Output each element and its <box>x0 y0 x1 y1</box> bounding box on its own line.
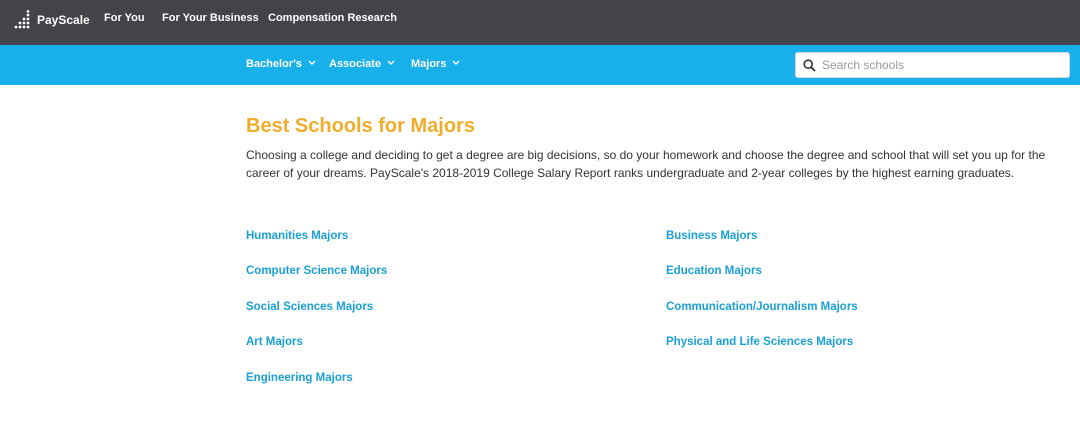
top-nav-for-your-business[interactable]: For Your Business <box>162 12 259 24</box>
payscale-dots-logo-icon <box>14 10 30 29</box>
chevron-down-icon <box>452 60 460 65</box>
chevron-down-icon <box>308 60 316 65</box>
majors-links-left: Humanities Majors Computer Science Major… <box>246 230 387 407</box>
major-link-physical-life-sciences[interactable]: Physical and Life Sciences Majors <box>666 336 858 371</box>
sub-nav-label: Associate <box>329 58 381 70</box>
sub-nav-label: Majors <box>411 58 447 70</box>
majors-links-right: Business Majors Education Majors Communi… <box>666 230 858 372</box>
major-link-engineering[interactable]: Engineering Majors <box>246 372 387 407</box>
search-box <box>795 52 1070 78</box>
sub-nav-majors[interactable]: Majors <box>411 58 460 70</box>
major-link-computer-science[interactable]: Computer Science Majors <box>246 265 387 300</box>
top-nav-for-you[interactable]: For You <box>104 12 145 24</box>
search-icon[interactable] <box>803 59 816 72</box>
sub-nav-label: Bachelor's <box>246 58 302 70</box>
major-link-business[interactable]: Business Majors <box>666 230 858 265</box>
search-input[interactable] <box>822 56 1062 74</box>
chevron-down-icon <box>387 60 395 65</box>
page-title: Best Schools for Majors <box>246 115 475 137</box>
major-link-education[interactable]: Education Majors <box>666 265 858 300</box>
major-link-social-sciences[interactable]: Social Sciences Majors <box>246 301 387 336</box>
sub-nav-bachelors[interactable]: Bachelor's <box>246 58 316 70</box>
brand-name: PayScale <box>37 13 90 27</box>
sub-nav-associate[interactable]: Associate <box>329 58 395 70</box>
major-link-art[interactable]: Art Majors <box>246 336 387 371</box>
top-bar: PayScale For You For Your Business Compe… <box>0 0 1080 45</box>
major-link-communication-journalism[interactable]: Communication/Journalism Majors <box>666 301 858 336</box>
top-nav-compensation-research[interactable]: Compensation Research <box>268 12 397 24</box>
brand-logo[interactable]: PayScale <box>14 8 90 32</box>
intro-paragraph: Choosing a college and deciding to get a… <box>246 148 1046 180</box>
major-link-humanities[interactable]: Humanities Majors <box>246 230 387 265</box>
